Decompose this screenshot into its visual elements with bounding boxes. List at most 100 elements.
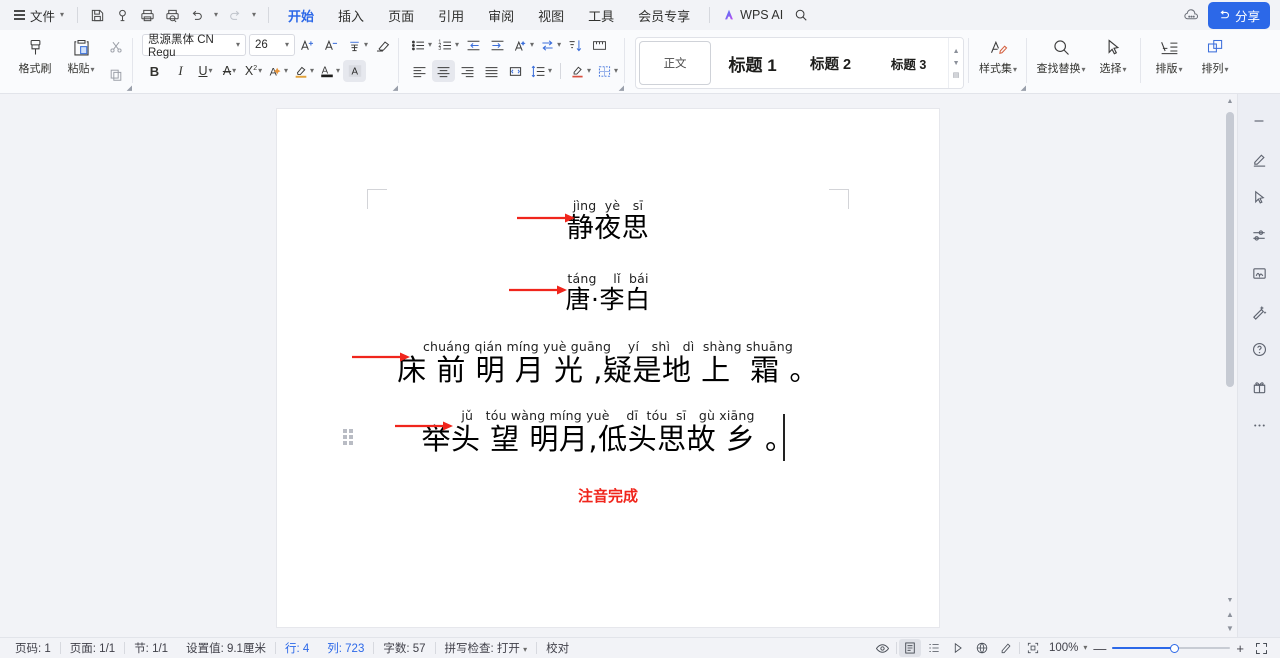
style-set-button[interactable]: 样式集▾ (974, 34, 1022, 78)
style-normal[interactable]: 正文 (639, 41, 712, 85)
show-formatting-marks-button[interactable] (588, 34, 611, 56)
style-heading-3[interactable]: 标题 3 (870, 38, 948, 88)
text-effects-button[interactable]: A ▾ (266, 60, 290, 82)
customize-quick-access-icon[interactable]: ▾ (247, 4, 261, 26)
status-word-count[interactable]: 字数: 57 (374, 640, 434, 656)
style-heading-1[interactable]: 标题 1 (714, 38, 792, 88)
status-page-of[interactable]: 页面: 1/1 (61, 640, 124, 656)
undo-dropdown-caret[interactable]: ▾ (210, 4, 222, 26)
zoom-in-button[interactable]: + (1232, 642, 1248, 655)
print-preview-icon[interactable] (160, 4, 185, 26)
zoom-slider-handle[interactable] (1170, 643, 1180, 653)
status-column[interactable]: 列: 723 (318, 640, 373, 656)
poem-line-title[interactable]: jìng yè sī 静夜思 (277, 199, 939, 244)
redo-icon[interactable] (222, 4, 247, 26)
distribute-text-button[interactable] (504, 60, 527, 82)
ribbon-tab-review[interactable]: 审阅 (477, 2, 525, 29)
paste-button[interactable]: 粘贴▾ (58, 34, 104, 78)
char-shading-button[interactable]: A (343, 60, 367, 82)
save-icon[interactable] (85, 4, 110, 26)
pen-mode-icon[interactable] (995, 639, 1017, 657)
paragraph-dialog-launcher[interactable]: ◢ (619, 85, 624, 92)
cloud-icon[interactable] (1179, 4, 1204, 26)
signature-icon[interactable] (1245, 260, 1273, 286)
pen-edit-icon[interactable] (1245, 146, 1273, 172)
italic-button[interactable]: I (168, 60, 193, 82)
status-row[interactable]: 行: 4 (276, 640, 318, 656)
search-icon[interactable] (788, 4, 813, 26)
underline-button[interactable]: U ▾ (194, 60, 217, 82)
more-dots-icon[interactable] (1245, 412, 1273, 438)
wps-ai-button[interactable]: WPS AI (717, 6, 788, 24)
read-mode-icon[interactable] (947, 639, 969, 657)
shrink-font-button[interactable] (320, 34, 343, 56)
font-size-select[interactable]: 26 ▾ (249, 34, 295, 56)
fit-page-icon[interactable] (1022, 639, 1044, 657)
align-justify-button[interactable] (480, 60, 503, 82)
ribbon-tab-page[interactable]: 页面 (377, 2, 425, 29)
scroll-down-button[interactable]: ▼ (1223, 593, 1237, 607)
style-scroll-down-icon[interactable]: ▼ (953, 60, 960, 67)
strikethrough-button[interactable]: A ▾ (218, 60, 241, 82)
poem-line-verse-2[interactable]: jǔ tóu wàng míng yuè dī tóu sī gù xiāng … (277, 409, 939, 456)
status-setting-value[interactable]: 设置值: 9.1厘米 (177, 640, 275, 656)
copy-button[interactable] (104, 64, 128, 86)
help-circle-icon[interactable] (1245, 336, 1273, 362)
ribbon-tab-start[interactable]: 开始 (277, 2, 325, 33)
styles-dialog-launcher[interactable]: ◢ (1021, 85, 1026, 92)
poem-line-author[interactable]: táng lǐ bái 唐·李白 (277, 272, 939, 315)
ribbon-tab-reference[interactable]: 引用 (427, 2, 475, 29)
print-icon[interactable] (135, 4, 160, 26)
clipboard-dialog-launcher[interactable]: ◢ (127, 85, 132, 92)
scrollbar-thumb[interactable] (1226, 112, 1234, 387)
align-right-button[interactable] (456, 60, 479, 82)
decrease-indent-button[interactable] (462, 34, 485, 56)
sort-button[interactable] (564, 34, 587, 56)
find-replace-button[interactable]: 查找替换▾ (1032, 34, 1090, 78)
cursor-select-icon[interactable] (1245, 184, 1273, 210)
status-proofread[interactable]: 校对 (537, 640, 578, 656)
grow-font-button[interactable] (296, 34, 319, 56)
search-doc-icon[interactable] (110, 4, 135, 26)
style-scroll-up-icon[interactable]: ▲ (953, 48, 960, 55)
document-scrollbar[interactable]: ▲ ▼ ▲ ▼ (1223, 94, 1237, 637)
align-left-button[interactable] (408, 60, 431, 82)
zoom-slider[interactable] (1112, 641, 1231, 655)
previous-page-button[interactable]: ▲ (1223, 607, 1237, 621)
page-view-icon[interactable] (898, 639, 921, 657)
cut-button[interactable] (104, 36, 128, 58)
undo-icon[interactable] (185, 4, 210, 26)
paragraph-drag-handle[interactable] (343, 429, 353, 445)
clear-format-button[interactable] (371, 34, 394, 56)
settings-sliders-icon[interactable] (1245, 222, 1273, 248)
chevron-down-icon[interactable]: ▾ (1083, 644, 1087, 652)
ribbon-tab-insert[interactable]: 插入 (327, 2, 375, 29)
text-direction-button[interactable]: ▾ (537, 34, 563, 56)
eye-preview-icon[interactable] (872, 639, 894, 657)
status-spell-check[interactable]: 拼写检查: 打开 ▾ (436, 640, 537, 656)
paragraph-shading-button[interactable]: ▾ (567, 60, 593, 82)
zoom-out-button[interactable]: — (1089, 642, 1110, 655)
style-gallery-expand-icon[interactable]: ▤ (953, 72, 960, 79)
outline-view-icon[interactable] (923, 639, 945, 657)
bullet-list-button[interactable]: ▾ (408, 34, 434, 56)
document-page[interactable]: jìng yè sī 静夜思 táng lǐ bái 唐·李白 chuáng q… (277, 109, 939, 627)
web-view-icon[interactable] (971, 639, 993, 657)
align-center-button[interactable] (432, 60, 456, 82)
document-canvas[interactable]: jìng yè sī 静夜思 táng lǐ bái 唐·李白 chuáng q… (0, 94, 1280, 637)
bold-button[interactable]: B (142, 60, 167, 82)
ribbon-tab-view[interactable]: 视图 (527, 2, 575, 29)
fullscreen-icon[interactable] (1250, 639, 1272, 657)
typeset-button[interactable]: 排版▾ (1146, 34, 1192, 78)
magic-wand-icon[interactable] (1245, 298, 1273, 324)
font-color-button[interactable]: A ▾ (317, 60, 342, 82)
zoom-level-label[interactable]: 100% (1046, 642, 1081, 654)
scroll-up-button[interactable]: ▲ (1223, 94, 1237, 108)
superscript-button[interactable]: X2 ▾ (242, 60, 265, 82)
poem-line-verse-1[interactable]: chuáng qián míng yuè guāng yí shì dì shà… (277, 340, 939, 387)
line-spacing-button[interactable]: ▾ (528, 60, 554, 82)
collapse-panel-icon[interactable] (1245, 108, 1273, 134)
numbered-list-button[interactable]: 1 2 3 ▾ (435, 34, 461, 56)
arrange-button[interactable]: 排列▾ (1192, 34, 1238, 78)
borders-button[interactable]: ▾ (594, 60, 620, 82)
